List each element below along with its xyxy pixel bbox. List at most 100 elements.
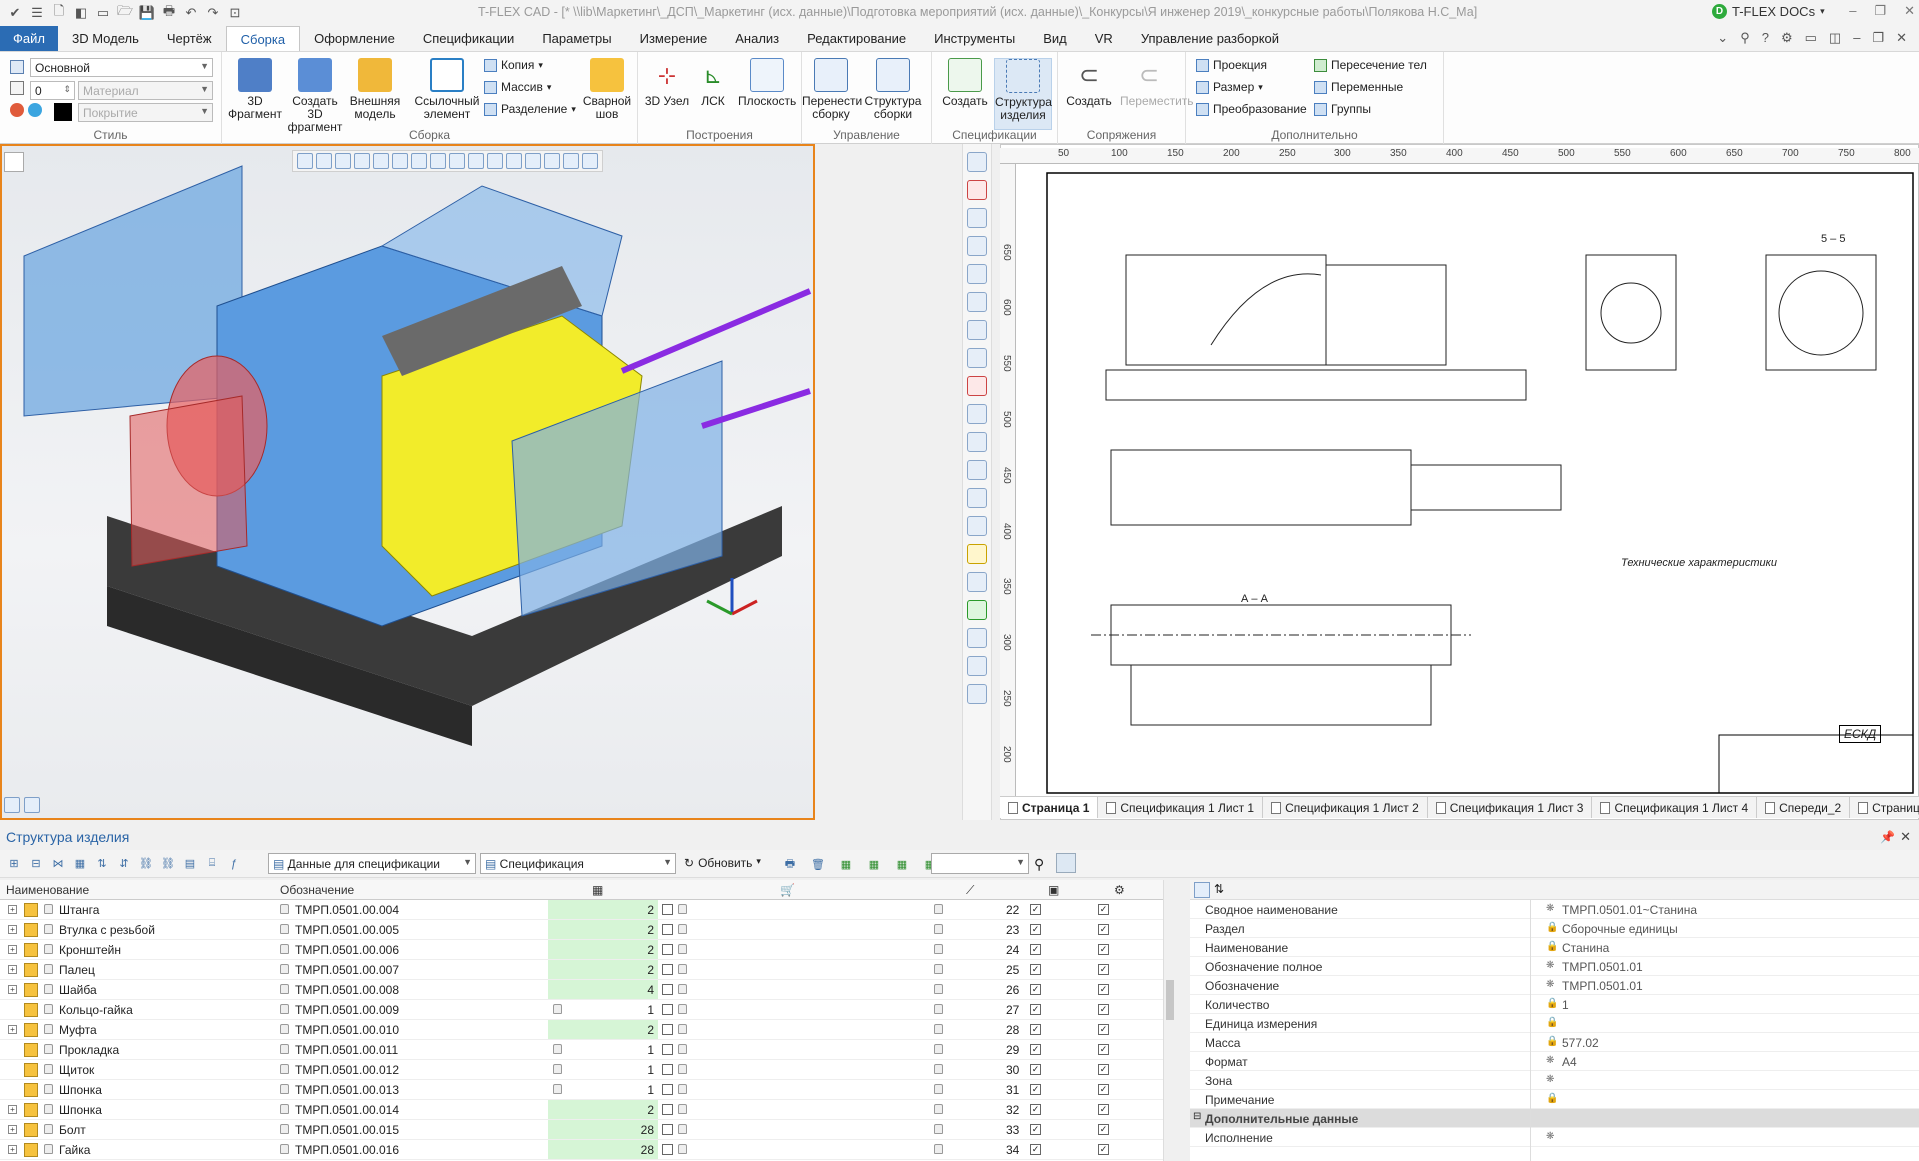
expand-toggle[interactable]: + <box>8 1105 17 1114</box>
move-assembly-button[interactable]: Перенести сборку <box>802 58 862 121</box>
light-icon[interactable] <box>967 656 987 676</box>
cube-column-icon[interactable]: ▣ <box>1048 883 1059 897</box>
create-mate-button[interactable]: ⊂ Создать <box>1060 58 1118 108</box>
node-icon[interactable] <box>544 153 560 169</box>
property-row[interactable]: Сводное наименование ❋ ТМРП.0501.01~Станин… <box>1190 900 1919 919</box>
tab-specifications[interactable]: Спецификации <box>409 26 529 51</box>
report-icon[interactable]: ▤ <box>182 856 198 872</box>
body-icon[interactable] <box>487 153 503 169</box>
row-in-spec-checkbox[interactable]: ✓ <box>1030 1084 1041 1095</box>
sheet-tab-spec-3[interactable]: Спецификация 1 Лист 3 <box>1428 797 1593 818</box>
sort-up-icon[interactable]: ⇅ <box>94 856 110 872</box>
material-icon[interactable] <box>967 572 987 592</box>
refresh-button[interactable]: ↻ Обновить ▾ <box>684 856 761 870</box>
undo-view-icon[interactable] <box>967 460 987 480</box>
row-in-spec-checkbox[interactable]: ✓ <box>1030 1124 1041 1135</box>
row-in-spec-checkbox[interactable]: ✓ <box>1030 964 1041 975</box>
print-icon[interactable]: 🖶 <box>160 3 178 22</box>
sheet-tab-page-2[interactable]: Страница 2 <box>1850 797 1919 818</box>
table-scrollbar[interactable] <box>1163 880 1175 1161</box>
row-checkbox[interactable] <box>662 1104 673 1115</box>
clear-filter-icon[interactable] <box>373 153 389 169</box>
row-checkbox[interactable] <box>662 1144 673 1155</box>
row-checkbox[interactable] <box>662 984 673 995</box>
new-file-icon[interactable]: 🗋 <box>50 3 68 22</box>
row-included-checkbox[interactable]: ✓ <box>1098 964 1109 975</box>
layout-single-icon[interactable] <box>4 797 20 813</box>
table-row[interactable]: + Штанга ТМРП.0501.00.004 2 22 ✓ ✓ <box>0 900 1174 920</box>
table-row[interactable]: + Шайба ТМРП.0501.00.008 4 26 ✓ ✓ <box>0 980 1174 1000</box>
tab-disassembly[interactable]: Управление разборкой <box>1127 26 1293 51</box>
pin-icon[interactable]: 📌 <box>1880 830 1895 844</box>
dropdown-icon[interactable]: ⌄ <box>1717 30 1728 46</box>
check-filter-icon[interactable] <box>354 153 370 169</box>
tab-file[interactable]: Файл <box>0 26 58 51</box>
row-checkbox[interactable] <box>662 904 673 915</box>
spec-data-combo[interactable]: ▤ Данные для спецификации ▼ <box>268 853 476 874</box>
table-row[interactable]: + Кронштейн ТМРП.0501.00.006 2 24 ✓ ✓ <box>0 940 1174 960</box>
collapse-icon[interactable]: ⊟ <box>1193 1111 1201 1122</box>
mdi-restore-icon[interactable]: ❐ <box>1872 30 1884 46</box>
dimension-button[interactable]: Размер ▾ <box>1196 80 1263 94</box>
save-icon[interactable]: 💾 <box>138 4 156 22</box>
panel-icon[interactable]: ◫ <box>1829 30 1841 46</box>
expand-toggle[interactable]: + <box>8 985 17 994</box>
window-icon[interactable]: ▭ <box>94 4 112 22</box>
plane-button[interactable]: Плоскость <box>738 58 796 108</box>
quantity-column-icon[interactable]: ▦ <box>592 883 603 897</box>
cart-column-icon[interactable]: 🛒 <box>780 883 795 897</box>
array-button[interactable]: Массив ▾ <box>484 80 551 94</box>
mdi-minimize-icon[interactable]: – <box>1853 30 1860 46</box>
close-icon[interactable]: ✕ <box>1900 829 1911 845</box>
row-in-spec-checkbox[interactable]: ✓ <box>1030 1144 1041 1155</box>
row-checkbox[interactable] <box>662 1064 673 1075</box>
row-in-spec-checkbox[interactable]: ✓ <box>1030 924 1041 935</box>
printer-icon[interactable] <box>967 684 987 704</box>
sheet-tab-spec-4[interactable]: Спецификация 1 Лист 4 <box>1592 797 1758 818</box>
property-value[interactable]: ТМРП.0501.01~Станина <box>1562 903 1697 917</box>
grid-view-icon[interactable]: ▦ <box>894 856 910 872</box>
row-checkbox[interactable] <box>662 1004 673 1015</box>
tab-parameters[interactable]: Параметры <box>528 26 625 51</box>
row-in-spec-checkbox[interactable]: ✓ <box>1030 984 1041 995</box>
property-row[interactable]: Примечание 🔒 <box>1190 1090 1919 1109</box>
row-checkbox[interactable] <box>662 1044 673 1055</box>
sheet-tab-front-2[interactable]: Спереди_2 <box>1757 797 1851 818</box>
tab-3d-model[interactable]: 3D Модель <box>58 26 153 51</box>
property-value[interactable]: А4 <box>1562 1055 1577 1069</box>
row-included-checkbox[interactable]: ✓ <box>1098 1144 1109 1155</box>
row-in-spec-checkbox[interactable]: ✓ <box>1030 1024 1041 1035</box>
row-checkbox[interactable] <box>662 964 673 975</box>
assembly-structure-button[interactable]: Структура сборки <box>864 58 922 121</box>
product-structure-button[interactable]: Структура изделия <box>994 58 1052 130</box>
sheet-tab-spec-1[interactable]: Спецификация 1 Лист 1 <box>1098 797 1264 818</box>
row-included-checkbox[interactable]: ✓ <box>1098 1004 1109 1015</box>
box-icon[interactable] <box>967 488 987 508</box>
tab-drawing[interactable]: Чертёж <box>153 26 226 51</box>
property-value[interactable]: 577.02 <box>1562 1036 1599 1050</box>
app-logo-icon[interactable]: ✔ <box>6 4 24 22</box>
view-mode-icon[interactable] <box>4 152 24 172</box>
cube-icon[interactable] <box>967 404 987 424</box>
delete-icon[interactable]: 🗑 <box>810 856 826 872</box>
tab-assembly[interactable]: Сборка <box>225 26 301 51</box>
row-in-spec-checkbox[interactable]: ✓ <box>1030 904 1041 915</box>
expand-toggle[interactable]: + <box>8 945 17 954</box>
render-icon[interactable] <box>967 516 987 536</box>
face-icon[interactable] <box>468 153 484 169</box>
close-icon[interactable]: ✕ <box>1904 3 1915 19</box>
mode-icon[interactable]: ⊡ <box>226 4 244 22</box>
table-row[interactable]: + Гайка ТМРП.0501.00.016 28 34 ✓ ✓ <box>0 1140 1174 1160</box>
projection-button[interactable]: Проекция <box>1196 58 1267 72</box>
table-row[interactable]: Прокладка ТМРП.0501.00.011 1 29 ✓ ✓ <box>0 1040 1174 1060</box>
row-included-checkbox[interactable]: ✓ <box>1098 924 1109 935</box>
zoom-icon[interactable] <box>967 208 987 228</box>
variable-icon[interactable]: ƒ <box>226 856 242 872</box>
column-header-name[interactable]: Наименование <box>6 883 89 897</box>
drawing-area[interactable]: ЕСКД Технические характеристики А – А 5 … <box>1000 144 1919 820</box>
copy-button[interactable]: Копия ▾ <box>484 58 543 72</box>
position-column-icon[interactable]: ⟋ <box>966 883 974 898</box>
sheet-tab-page-1[interactable]: Страница 1 <box>1000 797 1099 818</box>
table-row[interactable]: Щиток ТМРП.0501.00.012 1 30 ✓ ✓ <box>0 1060 1174 1080</box>
level-stepper[interactable]: 0 ⇕ <box>30 81 75 100</box>
